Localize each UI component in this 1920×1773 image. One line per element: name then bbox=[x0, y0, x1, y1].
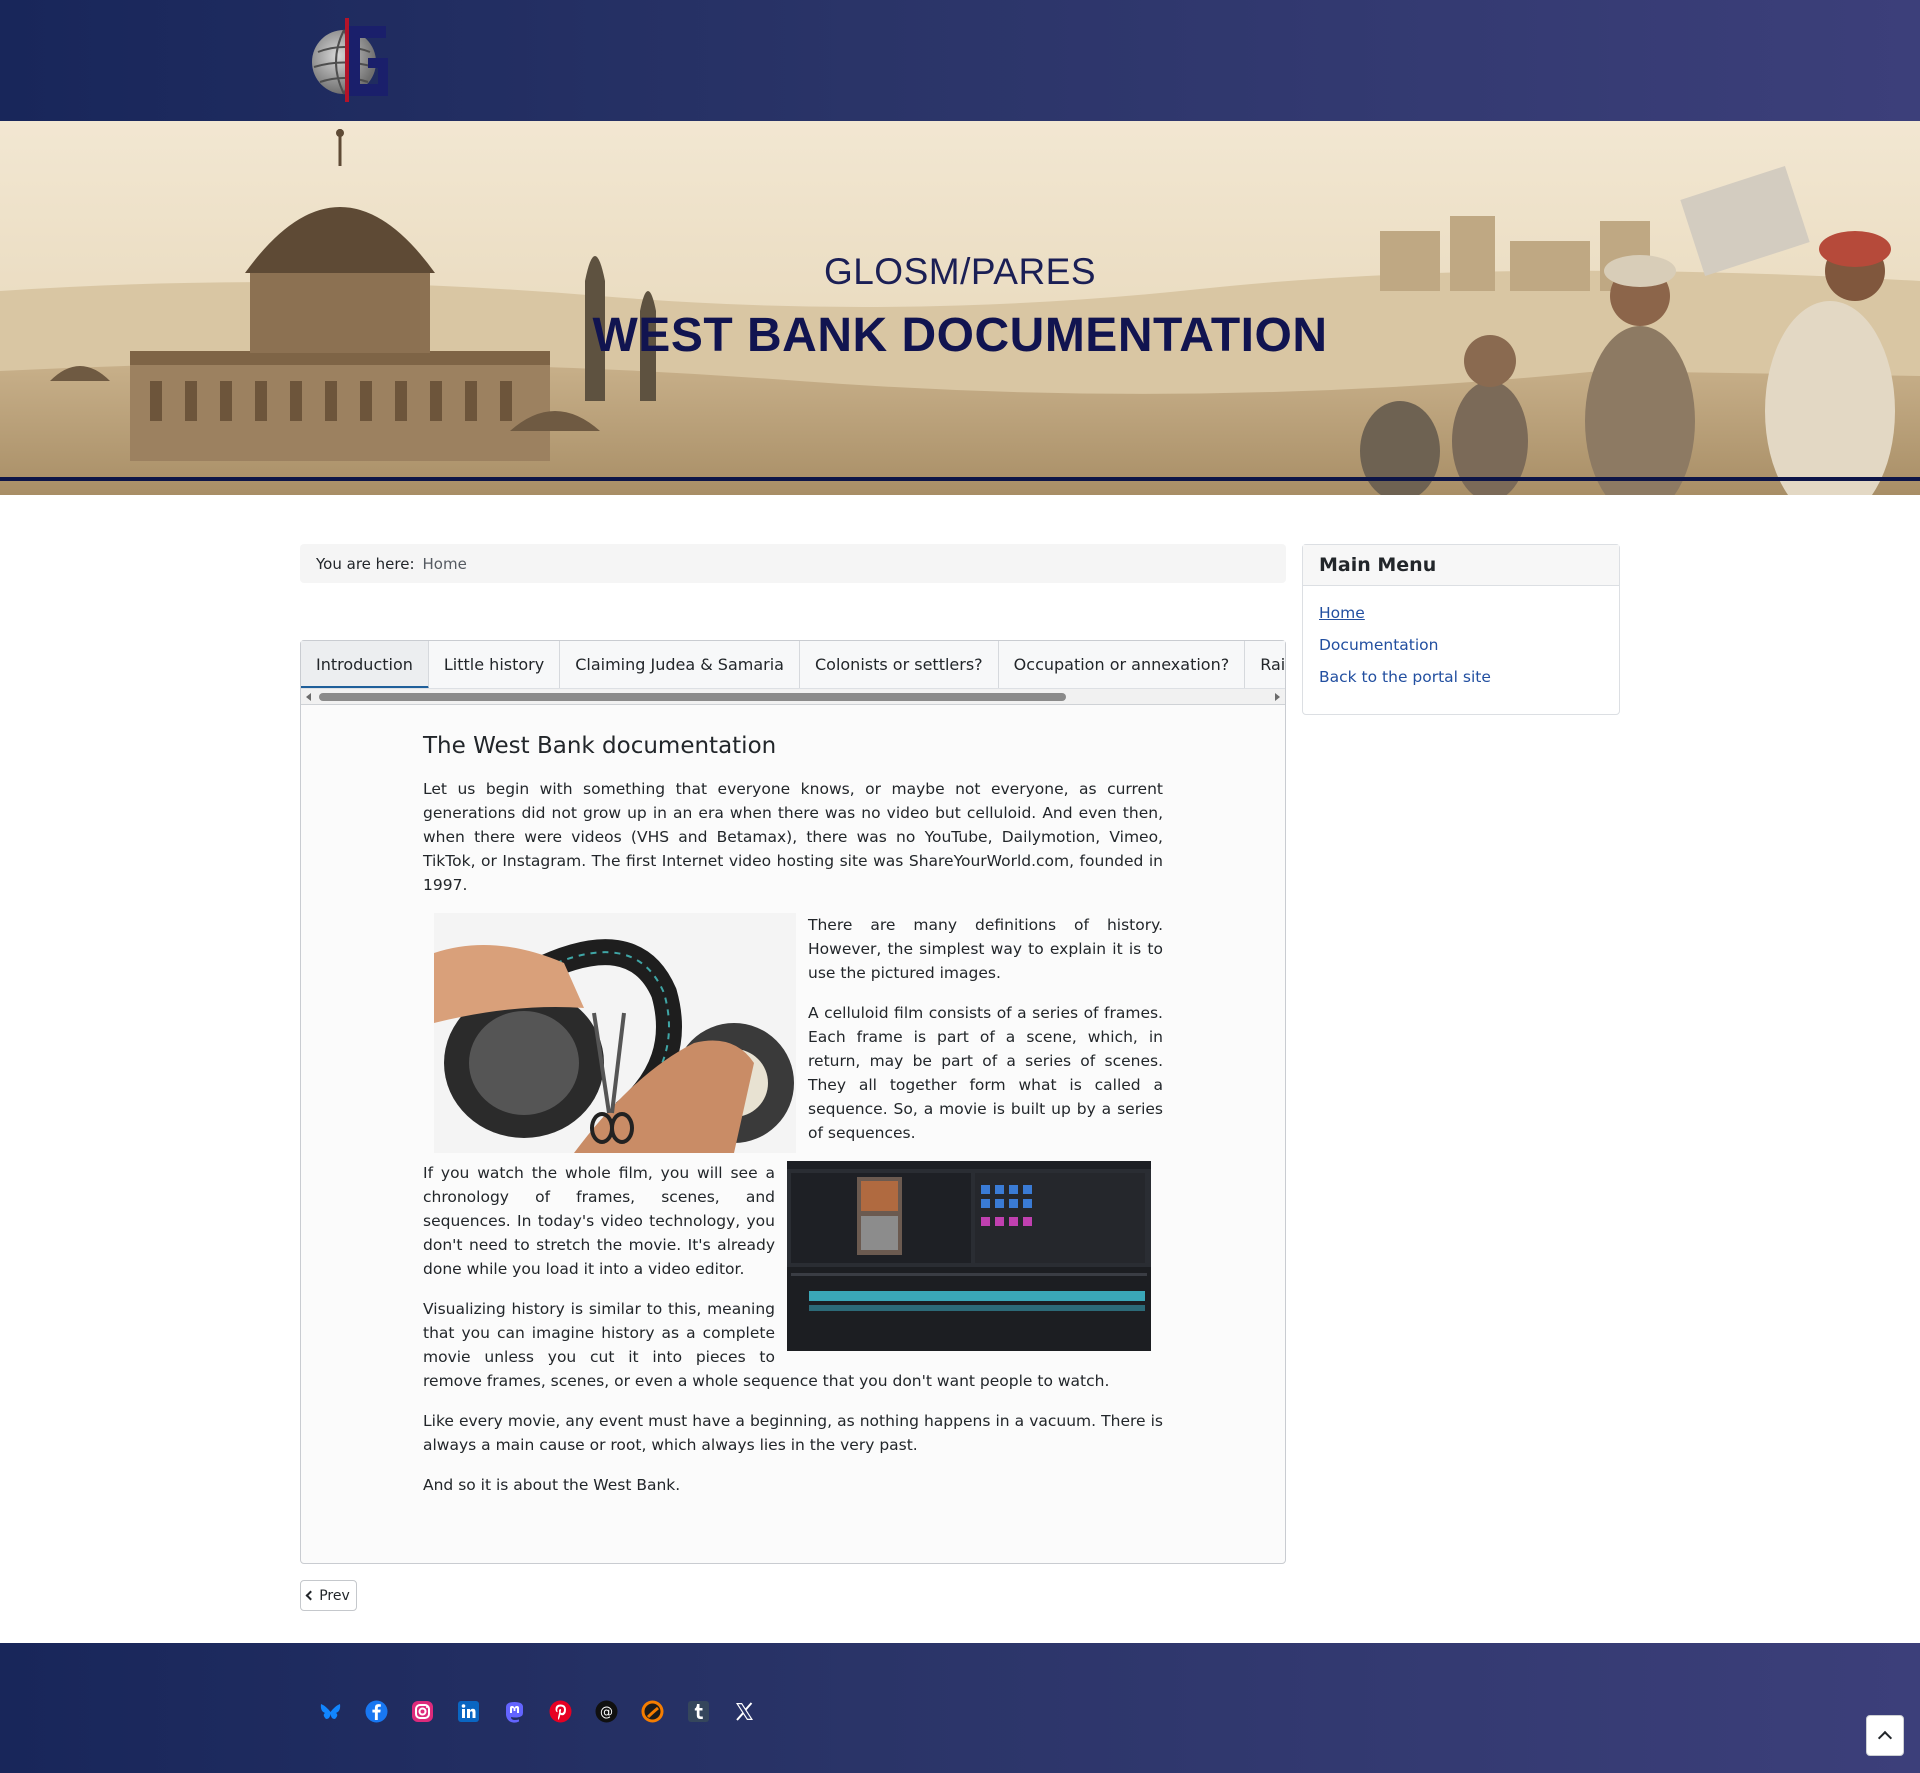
mastodon-icon[interactable] bbox=[502, 1699, 527, 1724]
facebook-icon[interactable] bbox=[364, 1699, 389, 1724]
main-menu-title: Main Menu bbox=[1303, 545, 1619, 586]
tab-colonists-or-settlers[interactable]: Colonists or settlers? bbox=[799, 641, 999, 688]
site-footer: @ bbox=[0, 1643, 1920, 1773]
banner-subtitle: GLOSM/PARES bbox=[823, 251, 1097, 292]
site-logo[interactable] bbox=[308, 12, 392, 106]
hero-banner: GLOSM/PARES WEST BANK DOCUMENTATION bbox=[0, 121, 1920, 495]
tab-scrollbar[interactable] bbox=[301, 689, 1285, 705]
article-paragraph: And so it is about the West Bank. bbox=[423, 1476, 681, 1494]
bluesky-icon[interactable] bbox=[318, 1699, 343, 1724]
back-to-top-button[interactable] bbox=[1866, 1715, 1904, 1756]
instagram-icon[interactable] bbox=[410, 1699, 435, 1724]
main-menu-list: Home Documentation Back to the portal si… bbox=[1303, 586, 1619, 700]
tab-raids-in-the-west-bank[interactable]: Raids in the West Bank bbox=[1245, 641, 1285, 688]
video-editor-screenshot bbox=[787, 1161, 1151, 1351]
breadcrumb: You are here: Home bbox=[300, 544, 1286, 583]
scrollbar-thumb[interactable] bbox=[319, 693, 1066, 701]
tab-occupation-or-annexation[interactable]: Occupation or annexation? bbox=[998, 641, 1246, 688]
linkedin-icon[interactable] bbox=[456, 1699, 481, 1724]
article-title: The West Bank documentation bbox=[423, 733, 777, 759]
breadcrumb-label: You are here: bbox=[316, 554, 415, 573]
site-header bbox=[0, 0, 1920, 121]
article-paragraph: Like every movie, any event must have a … bbox=[423, 1412, 1163, 1454]
chevron-up-icon bbox=[1877, 1730, 1893, 1746]
article-paragraph: Let us begin with something that everyon… bbox=[423, 780, 1163, 894]
article-content: The West Bank documentation Let us begin… bbox=[423, 731, 1163, 1513]
pinterest-icon[interactable] bbox=[548, 1699, 573, 1724]
svg-text:@: @ bbox=[600, 1705, 613, 1720]
x-icon[interactable] bbox=[732, 1699, 757, 1724]
article-tabs-panel: Introduction Little history Claiming Judea… bbox=[300, 640, 1286, 1564]
prev-button-label: Prev bbox=[319, 1587, 350, 1604]
banner-title: WEST BANK DOCUMENTATION bbox=[592, 309, 1328, 362]
tab-introduction[interactable]: Introduction bbox=[301, 641, 429, 688]
menu-item-portal-site[interactable]: Back to the portal site bbox=[1319, 668, 1603, 700]
tumblr-icon[interactable] bbox=[686, 1699, 711, 1724]
threads-icon[interactable]: @ bbox=[594, 1699, 619, 1724]
film-cutting-image bbox=[434, 913, 796, 1153]
banner-divider bbox=[0, 477, 1920, 481]
tab-claiming-judea-samaria[interactable]: Claiming Judea & Samaria bbox=[560, 641, 800, 688]
menu-item-home[interactable]: Home bbox=[1319, 604, 1603, 636]
tab-little-history[interactable]: Little history bbox=[428, 641, 561, 688]
chevron-left-icon bbox=[305, 1590, 316, 1601]
prev-page-button[interactable]: Prev bbox=[300, 1580, 357, 1611]
tab-bar: Introduction Little history Claiming Judea… bbox=[301, 641, 1285, 689]
globe-g-logo-icon bbox=[312, 18, 388, 102]
blogger-icon[interactable] bbox=[640, 1699, 665, 1724]
social-links: @ bbox=[318, 1699, 757, 1724]
menu-item-documentation[interactable]: Documentation bbox=[1319, 636, 1603, 668]
scroll-left-icon[interactable] bbox=[306, 693, 311, 701]
main-menu-module: Main Menu Home Documentation Back to the… bbox=[1302, 544, 1620, 715]
scroll-right-icon[interactable] bbox=[1275, 693, 1280, 701]
breadcrumb-home: Home bbox=[422, 554, 467, 573]
